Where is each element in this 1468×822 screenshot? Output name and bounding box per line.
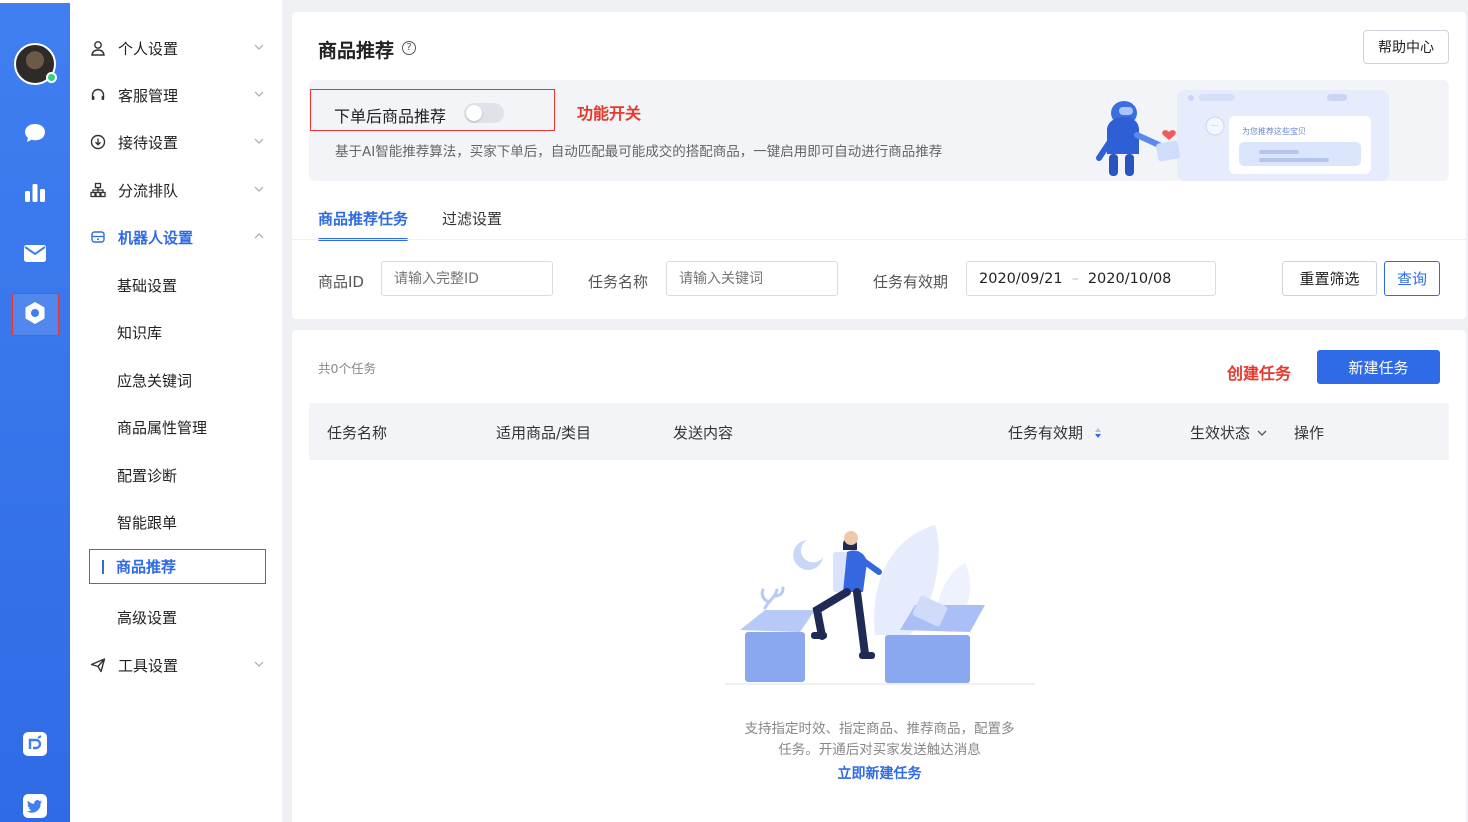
sidebar-sub-product-recommend[interactable]: 商品推荐 — [89, 549, 266, 584]
date-start: 2020/09/21 — [979, 270, 1063, 287]
date-separator: – — [1071, 270, 1079, 287]
tab-filter-settings[interactable]: 过滤设置 — [442, 208, 502, 239]
date-range-picker[interactable]: 2020/09/21 – 2020/10/08 — [966, 261, 1216, 296]
product-id-label: 商品ID — [318, 273, 364, 291]
task-name-input[interactable] — [666, 261, 838, 296]
active-indicator — [102, 559, 104, 574]
chevron-down-icon — [254, 91, 264, 97]
sidebar-sub-emergency-keywords[interactable]: 应急关键词 — [117, 362, 192, 398]
org-tree-icon — [88, 182, 108, 198]
reset-filter-button[interactable]: 重置筛选 — [1282, 261, 1377, 296]
column-actions: 操作 — [1294, 424, 1325, 442]
toggle-label: 下单后商品推荐 — [334, 107, 447, 126]
empty-state-text: 支持指定时效、指定商品、推荐商品，配置多 任务。开通后对买家发送触达消息 — [722, 719, 1037, 761]
mail-icon[interactable] — [22, 240, 48, 266]
settings-sidebar: 个人设置 客服管理 接待设置 分流排队 机器人设置 基础设置 知识库 应急关键词… — [70, 0, 282, 822]
online-status-dot — [46, 72, 57, 83]
user-icon — [88, 40, 108, 56]
app-rail — [0, 0, 70, 822]
new-task-button[interactable]: 新建任务 — [1317, 350, 1440, 384]
sidebar-item-label: 客服管理 — [118, 86, 179, 105]
tab-bar: 商品推荐任务 过滤设置 — [318, 208, 502, 241]
help-center-button[interactable]: 帮助中心 — [1363, 30, 1449, 64]
banner-description: 基于AI智能推荐算法，买家下单后，自动匹配最可能成交的搭配商品，一键启用即可自动… — [335, 144, 943, 160]
chevron-down-icon — [254, 186, 264, 192]
sidebar-sub-diagnosis[interactable]: 配置诊断 — [117, 457, 177, 493]
sidebar-sub-advanced[interactable]: 高级设置 — [117, 599, 177, 635]
validity-label: 任务有效期 — [873, 273, 949, 291]
feature-banner: 下单后商品推荐 功能开关 基于AI智能推荐算法，买家下单后，自动匹配最可能成交的… — [309, 80, 1449, 181]
task-count: 共0个任务 — [318, 361, 376, 376]
sidebar-item-label: 分流排队 — [118, 181, 179, 200]
switch-knob — [466, 105, 482, 121]
empty-state-illustration — [725, 525, 1035, 685]
sidebar-item-robot[interactable]: 机器人设置 — [86, 219, 276, 255]
avatar[interactable] — [14, 43, 57, 85]
config-panel: 商品推荐 ? 帮助中心 下单后商品推荐 功能开关 基于AI智能推荐算法，买家下单… — [292, 12, 1466, 319]
product-id-input[interactable] — [381, 261, 553, 296]
sidebar-item-label: 接待设置 — [118, 133, 179, 152]
help-question-icon[interactable]: ? — [402, 41, 416, 55]
art-card-text: 为您推荐这些宝贝 — [1242, 126, 1306, 136]
chevron-down-icon — [254, 44, 264, 50]
sidebar-item-queue[interactable]: 分流排队 — [86, 172, 276, 208]
settings-gear-icon[interactable] — [22, 300, 48, 326]
table-header: 任务名称 适用商品/类目 发送内容 任务有效期 生效状态 操作 — [309, 403, 1449, 460]
task-name-label: 任务名称 — [588, 273, 649, 291]
app-logo-icon[interactable] — [22, 731, 48, 757]
column-status-filter[interactable]: 生效状态 — [1190, 422, 1268, 443]
page-title: 商品推荐 — [318, 40, 395, 62]
sidebar-item-label: 个人设置 — [118, 39, 179, 58]
column-validity: 任务有效期 — [1008, 424, 1084, 442]
chat-bubble-icon[interactable] — [22, 120, 48, 146]
task-list-panel: 共0个任务 创建任务 新建任务 任务名称 适用商品/类目 发送内容 任务有效期 … — [292, 330, 1466, 822]
column-status: 生效状态 — [1190, 424, 1251, 442]
sidebar-sub-product-attributes[interactable]: 商品属性管理 — [117, 409, 207, 445]
sidebar-sub-knowledge[interactable]: 知识库 — [117, 314, 162, 350]
column-products: 适用商品/类目 — [496, 424, 592, 442]
column-validity-sortable[interactable]: 任务有效期 — [1008, 422, 1103, 443]
tab-recommend-tasks[interactable]: 商品推荐任务 — [318, 208, 409, 241]
chevron-down-icon — [1257, 430, 1267, 436]
chevron-down-icon — [254, 138, 264, 144]
sidebar-item-reception[interactable]: 接待设置 — [86, 124, 276, 160]
download-circle-icon — [88, 134, 108, 150]
chevron-down-icon — [254, 661, 264, 667]
art-bubble-text: ··· — [1212, 122, 1219, 130]
column-task-name: 任务名称 — [327, 424, 388, 442]
twitter-bird-icon[interactable] — [22, 793, 48, 819]
empty-state-line-2: 任务。开通后对买家发送触达消息 — [778, 742, 981, 758]
query-button[interactable]: 查询 — [1384, 261, 1440, 296]
sidebar-item-tools[interactable]: 工具设置 — [86, 647, 276, 683]
column-content: 发送内容 — [673, 424, 734, 442]
sidebar-sub-basic[interactable]: 基础设置 — [117, 267, 177, 303]
annotation-feature-switch: 功能开关 — [577, 104, 642, 123]
robot-illustration: 为您推荐这些宝贝 ··· — [1096, 90, 1389, 181]
annotation-create-task: 创建任务 — [1227, 364, 1292, 383]
recommend-toggle-switch[interactable] — [464, 103, 504, 123]
sidebar-sub-label: 商品推荐 — [116, 558, 177, 576]
headset-icon — [88, 87, 108, 103]
sidebar-item-service[interactable]: 客服管理 — [86, 77, 276, 113]
sidebar-item-label: 机器人设置 — [118, 228, 194, 247]
bar-chart-icon[interactable] — [22, 179, 48, 205]
paper-plane-icon — [88, 657, 108, 673]
robot-icon — [88, 229, 108, 245]
empty-state-line-1: 支持指定时效、指定商品、推荐商品，配置多 — [744, 721, 1015, 737]
sidebar-item-personal[interactable]: 个人设置 — [86, 30, 276, 66]
tab-divider — [292, 239, 1466, 240]
sidebar-item-label: 工具设置 — [118, 656, 179, 675]
create-task-link[interactable]: 立即新建任务 — [722, 763, 1037, 783]
sidebar-sub-smart-followup[interactable]: 智能跟单 — [117, 504, 177, 540]
chevron-up-icon — [254, 233, 264, 239]
date-end: 2020/10/08 — [1087, 270, 1172, 287]
sort-icon — [1095, 427, 1102, 438]
